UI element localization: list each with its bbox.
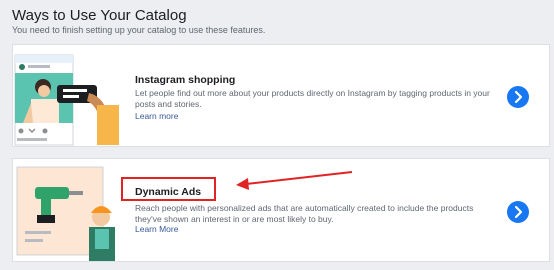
annotation-arrow xyxy=(236,171,353,190)
